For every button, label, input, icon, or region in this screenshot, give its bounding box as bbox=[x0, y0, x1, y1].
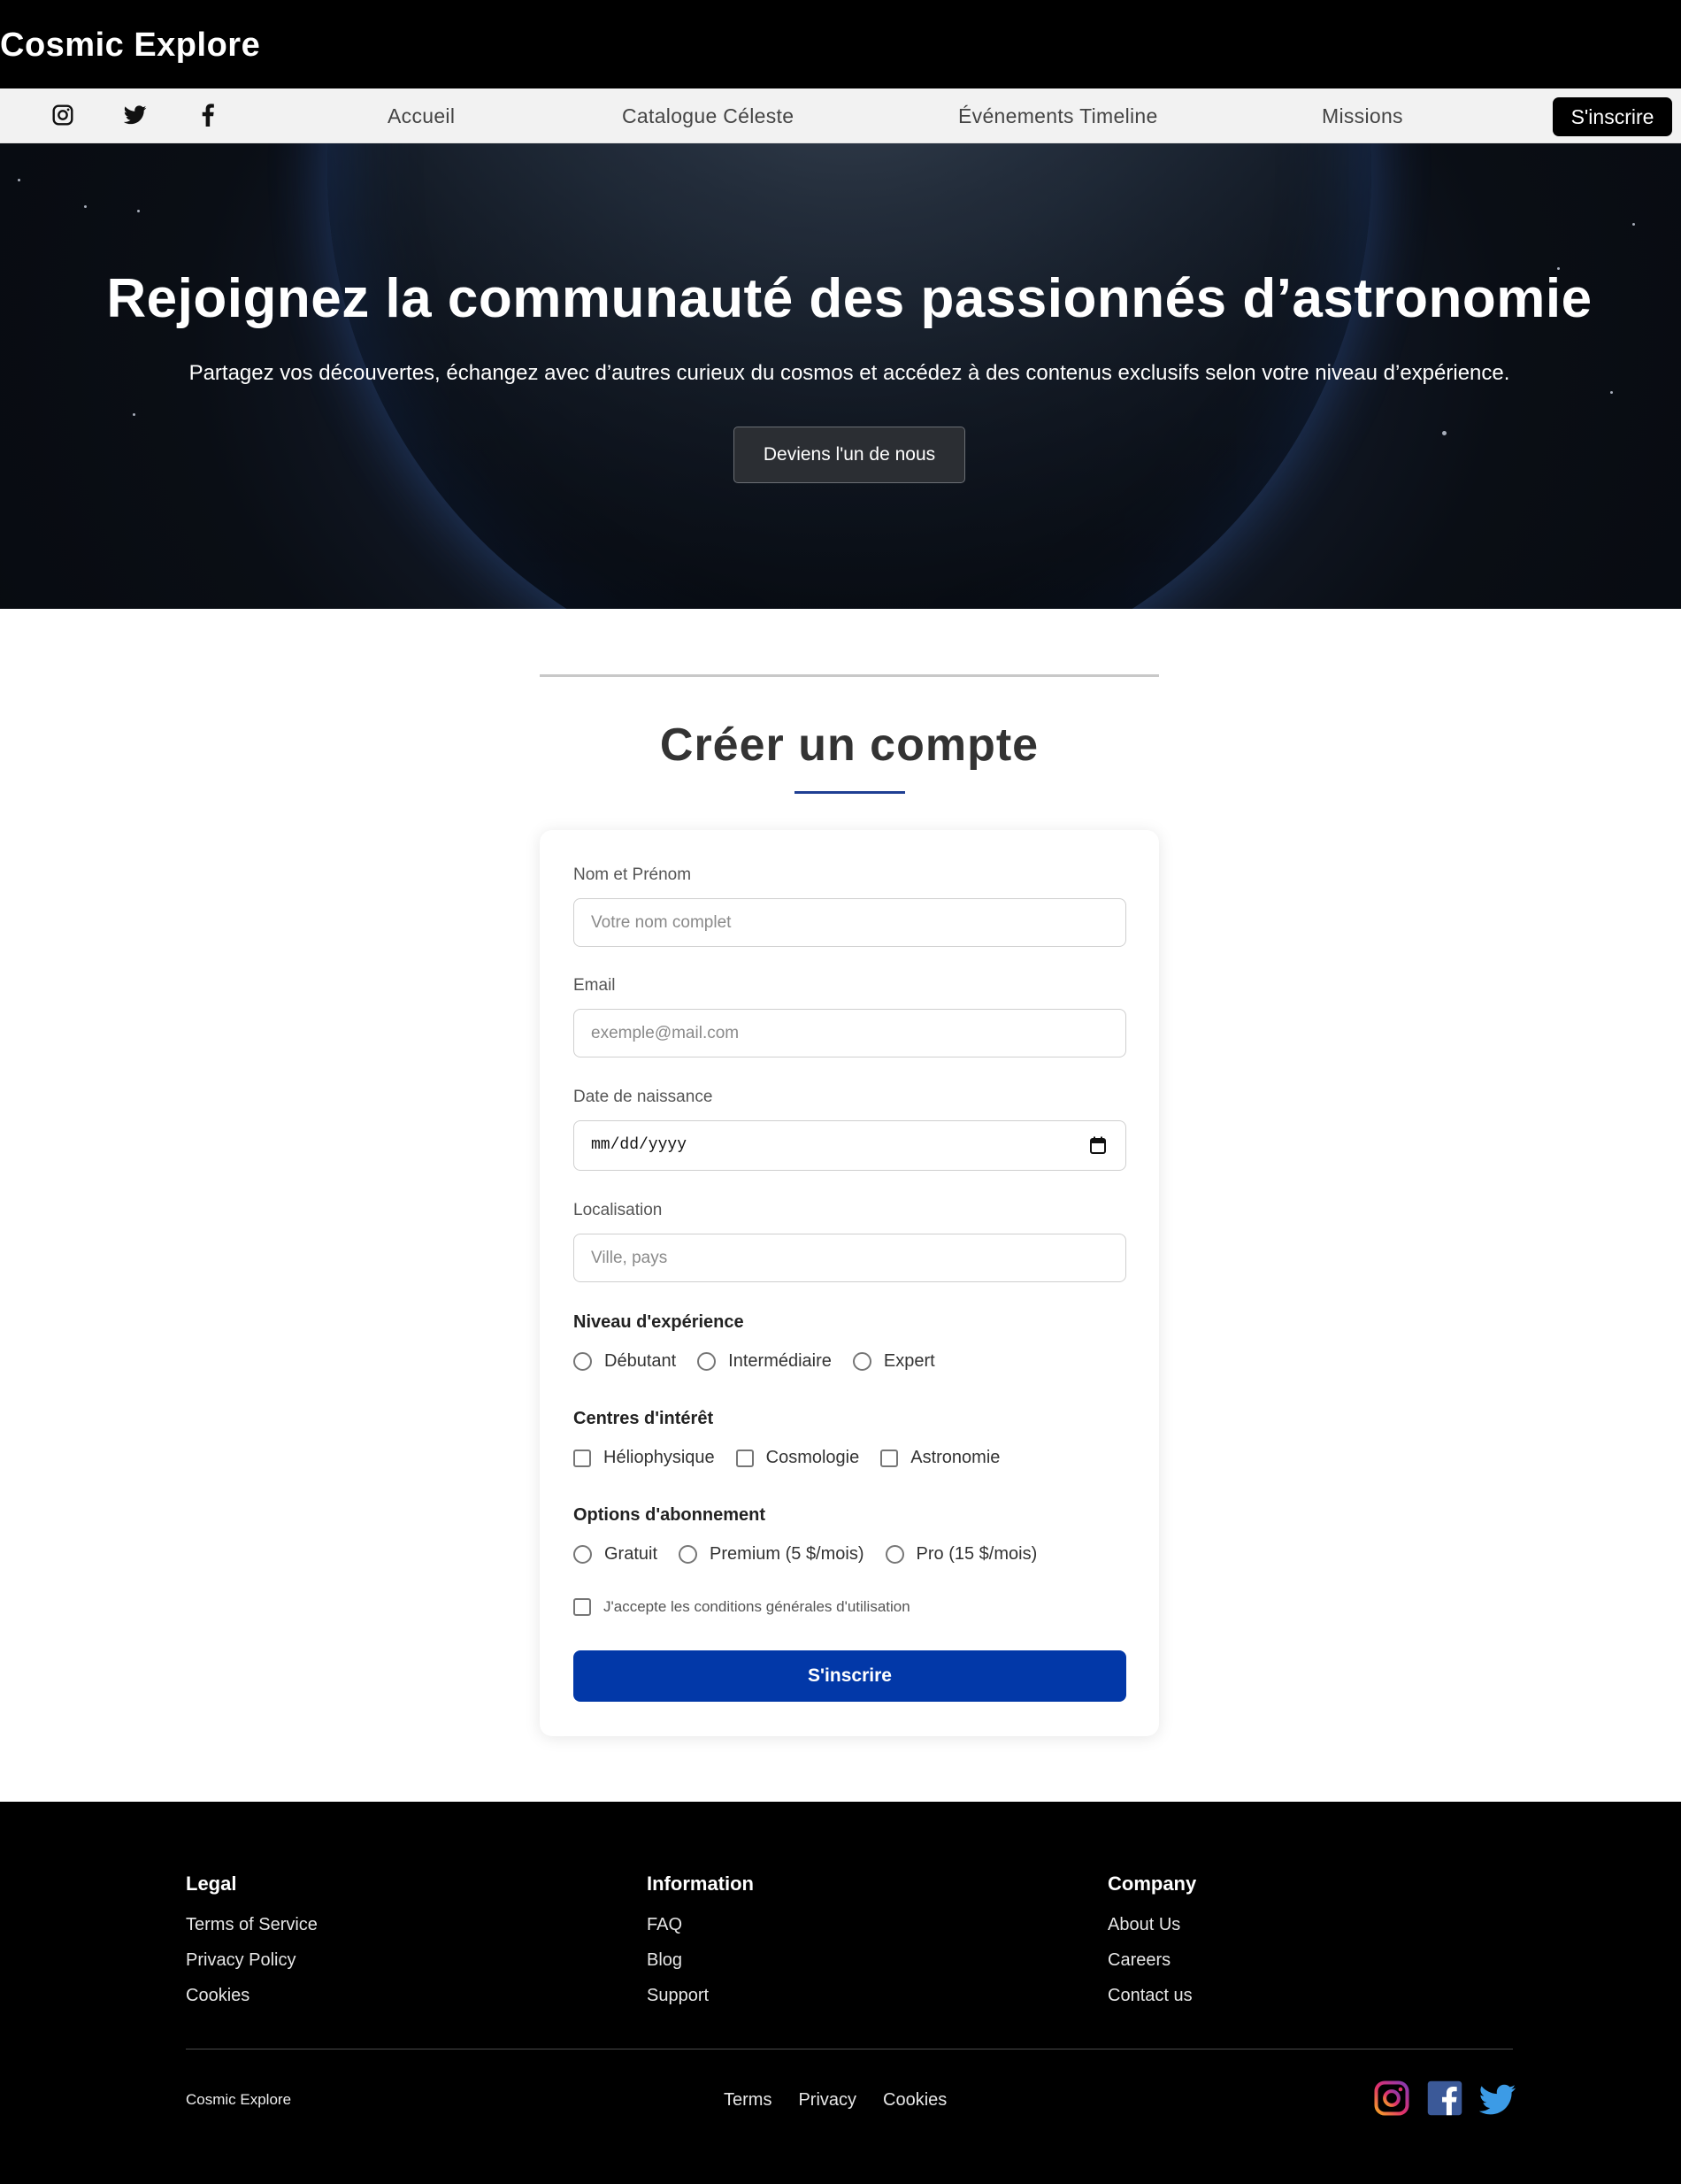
hero-title: Rejoignez la communauté des passionnés d… bbox=[106, 268, 1593, 329]
footer-column-information: Information FAQ Blog Support bbox=[647, 1873, 754, 2021]
footer-column-title: Information bbox=[647, 1873, 754, 1895]
interests-options: Héliophysique Cosmologie Astronomie bbox=[573, 1448, 1021, 1468]
footer-link-privacy-policy[interactable]: Privacy Policy bbox=[186, 1950, 318, 1971]
site-footer: Legal Terms of Service Privacy Policy Co… bbox=[0, 1802, 1681, 2184]
checkbox[interactable] bbox=[880, 1449, 899, 1467]
radio-button[interactable] bbox=[573, 1545, 592, 1564]
nav-link-catalogue[interactable]: Catalogue Céleste bbox=[622, 104, 794, 128]
footer-link-faq[interactable]: FAQ bbox=[647, 1915, 754, 1935]
submit-signup-button[interactable]: S'inscrire bbox=[573, 1650, 1126, 1702]
footer-column-company: Company About Us Careers Contact us bbox=[1108, 1873, 1196, 2021]
location-label: Localisation bbox=[573, 1201, 663, 1219]
form-title: Créer un compte bbox=[659, 719, 1040, 771]
facebook-icon[interactable] bbox=[1426, 2080, 1463, 2117]
hero-subtitle: Partagez vos découvertes, échangez avec … bbox=[188, 361, 1510, 385]
footer-column-title: Legal bbox=[186, 1873, 237, 1895]
subscription-label: Options d'abonnement bbox=[573, 1505, 765, 1525]
footer-bottom-link-cookies[interactable]: Cookies bbox=[883, 2090, 947, 2111]
footer-bottom-link-terms[interactable]: Terms bbox=[724, 2090, 771, 2111]
footer-link-about-us[interactable]: About Us bbox=[1108, 1915, 1196, 1935]
interest-option-heliophysique[interactable]: Héliophysique bbox=[573, 1448, 715, 1468]
interest-option-cosmologie[interactable]: Cosmologie bbox=[735, 1448, 859, 1468]
radio-button[interactable] bbox=[573, 1352, 592, 1371]
email-input[interactable] bbox=[573, 1009, 1126, 1057]
footer-link-terms-of-service[interactable]: Terms of Service bbox=[186, 1915, 318, 1935]
location-input[interactable] bbox=[573, 1234, 1126, 1282]
experience-option-debutant[interactable]: Débutant bbox=[573, 1351, 676, 1372]
facebook-icon[interactable] bbox=[194, 101, 222, 129]
top-brand-bar: Cosmic Explore bbox=[0, 0, 1681, 88]
terms-label: J'accepte les conditions générales d'uti… bbox=[603, 1598, 910, 1615]
subscription-option-pro[interactable]: Pro (15 $/mois) bbox=[885, 1544, 1037, 1565]
nav-social-links bbox=[49, 101, 222, 129]
nav-link-evenements[interactable]: Événements Timeline bbox=[958, 104, 1158, 128]
footer-link-contact-us[interactable]: Contact us bbox=[1108, 1986, 1196, 2006]
experience-option-intermediaire[interactable]: Intermédiaire bbox=[697, 1351, 832, 1372]
section-divider bbox=[540, 674, 1159, 677]
dob-value: mm/dd/yyyy bbox=[591, 1136, 687, 1154]
checkbox[interactable] bbox=[735, 1449, 754, 1467]
footer-link-blog[interactable]: Blog bbox=[647, 1950, 754, 1971]
radio-button[interactable] bbox=[852, 1352, 871, 1371]
footer-link-support[interactable]: Support bbox=[647, 1986, 754, 2006]
brand-logo-text[interactable]: Cosmic Explore bbox=[0, 27, 260, 65]
hero-cta-button[interactable]: Deviens l'un de nous bbox=[733, 427, 965, 483]
terms-agreement[interactable]: J'accepte les conditions générales d'uti… bbox=[573, 1598, 910, 1616]
name-label: Nom et Prénom bbox=[573, 865, 692, 884]
radio-button[interactable] bbox=[885, 1545, 904, 1564]
instagram-icon[interactable] bbox=[49, 101, 77, 129]
main-navigation: Accueil Catalogue Céleste Événements Tim… bbox=[0, 88, 1681, 143]
experience-label: Niveau d'expérience bbox=[573, 1312, 744, 1332]
nav-signup-button[interactable]: S'inscrire bbox=[1553, 97, 1672, 136]
interests-label: Centres d'intérêt bbox=[573, 1409, 714, 1428]
footer-bottom-link-privacy[interactable]: Privacy bbox=[798, 2090, 856, 2111]
nav-link-accueil[interactable]: Accueil bbox=[388, 104, 455, 128]
footer-column-legal: Legal Terms of Service Privacy Policy Co… bbox=[186, 1873, 318, 2021]
name-input[interactable] bbox=[573, 898, 1126, 947]
email-label: Email bbox=[573, 976, 616, 995]
footer-bottom-links: Terms Privacy Cookies bbox=[724, 2090, 947, 2111]
experience-option-expert[interactable]: Expert bbox=[852, 1351, 935, 1372]
footer-brand: Cosmic Explore bbox=[186, 2091, 292, 2108]
nav-link-missions[interactable]: Missions bbox=[1322, 104, 1403, 128]
subscription-options: Gratuit Premium (5 $/mois) Pro (15 $/moi… bbox=[573, 1544, 1058, 1565]
footer-link-cookies[interactable]: Cookies bbox=[186, 1986, 318, 2006]
radio-button[interactable] bbox=[679, 1545, 698, 1564]
terms-checkbox[interactable] bbox=[573, 1598, 591, 1616]
checkbox[interactable] bbox=[573, 1449, 591, 1467]
footer-link-careers[interactable]: Careers bbox=[1108, 1950, 1196, 1971]
dob-date-input[interactable]: mm/dd/yyyy bbox=[573, 1120, 1126, 1171]
radio-button[interactable] bbox=[697, 1352, 717, 1371]
signup-form-card: Nom et Prénom Email Date de naissance mm… bbox=[540, 830, 1159, 1736]
subscription-option-gratuit[interactable]: Gratuit bbox=[573, 1544, 657, 1565]
hero-banner: Rejoignez la communauté des passionnés d… bbox=[0, 143, 1681, 609]
experience-options: Débutant Intermédiaire Expert bbox=[573, 1351, 956, 1372]
twitter-icon[interactable] bbox=[1479, 2080, 1516, 2117]
footer-column-title: Company bbox=[1108, 1873, 1197, 1895]
subscription-option-premium[interactable]: Premium (5 $/mois) bbox=[679, 1544, 864, 1565]
footer-social-links bbox=[1373, 2080, 1516, 2117]
calendar-icon[interactable] bbox=[1090, 1136, 1106, 1154]
dob-label: Date de naissance bbox=[573, 1088, 713, 1106]
instagram-icon[interactable] bbox=[1373, 2080, 1410, 2117]
twitter-icon[interactable] bbox=[121, 101, 150, 129]
title-underline bbox=[794, 791, 905, 794]
interest-option-astronomie[interactable]: Astronomie bbox=[880, 1448, 1000, 1468]
